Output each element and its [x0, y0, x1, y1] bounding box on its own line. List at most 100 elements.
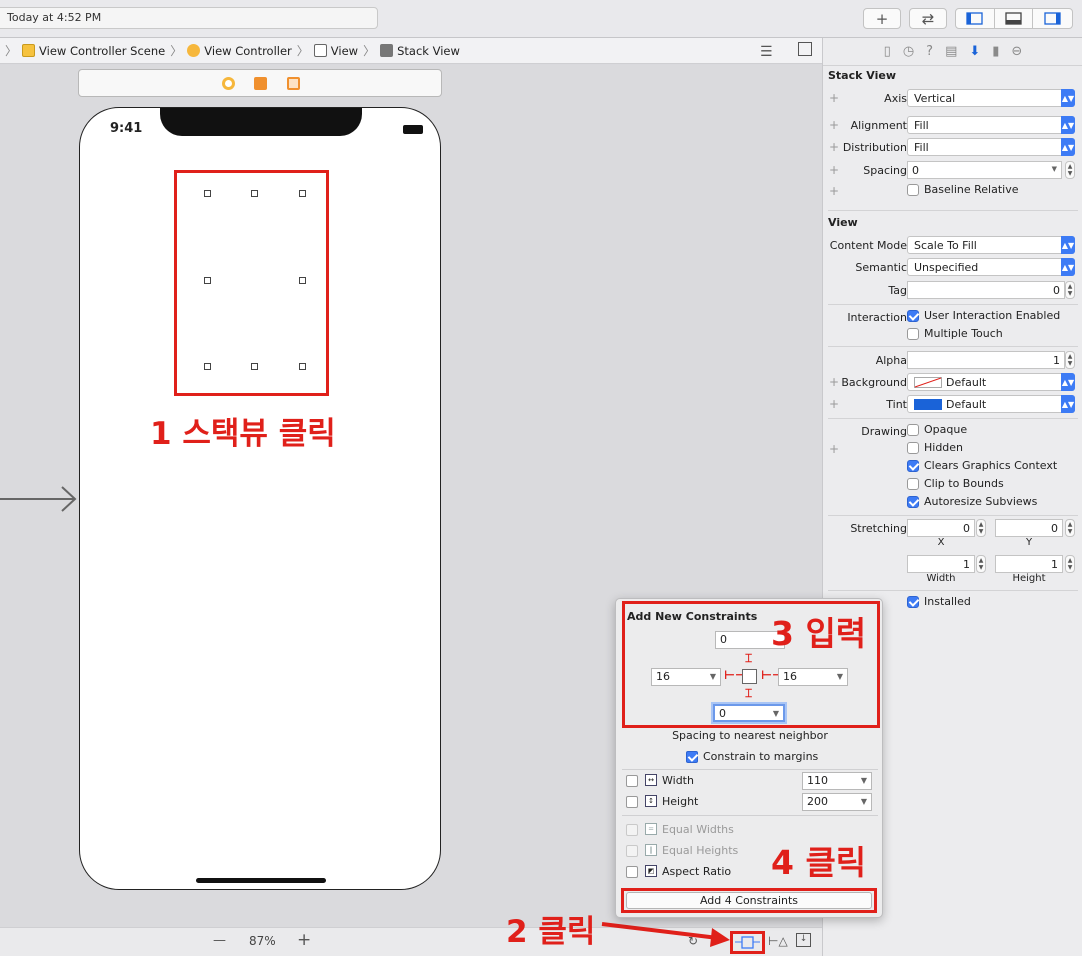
- hidden-row: + Hidden: [823, 440, 1082, 460]
- tint-popup[interactable]: Default ▲▼: [907, 395, 1075, 413]
- installed-checkbox[interactable]: [907, 596, 919, 608]
- autoresize-checkbox[interactable]: [907, 496, 919, 508]
- semantic-row: Semantic Unspecified ▲▼: [823, 258, 1082, 278]
- home-indicator: [196, 878, 326, 883]
- aspect-ratio-checkbox[interactable]: [626, 866, 638, 878]
- add-constraints-button[interactable]: [730, 931, 765, 954]
- help-inspector-icon[interactable]: ?: [926, 44, 933, 59]
- attributes-inspector-icon[interactable]: ⬇: [969, 44, 980, 59]
- width-value-field[interactable]: 110 ▼: [802, 772, 872, 790]
- stretch-x-stepper[interactable]: ▲ ▼: [976, 519, 986, 537]
- stretch-y-stepper[interactable]: ▲ ▼: [1065, 519, 1075, 537]
- axis-popup[interactable]: Vertical ▲▼: [907, 89, 1075, 107]
- resize-handle[interactable]: [204, 363, 211, 370]
- alignment-popup[interactable]: Fill ▲▼: [907, 116, 1075, 134]
- spacing-stepper[interactable]: ▲ ▼: [1065, 161, 1075, 179]
- code-review-button[interactable]: ⇄: [909, 8, 947, 29]
- stretch-x-field[interactable]: 0: [907, 519, 975, 537]
- distribution-popup[interactable]: Fill ▲▼: [907, 138, 1075, 156]
- resize-handle[interactable]: [204, 190, 211, 197]
- alignment-value: Fill: [914, 119, 929, 132]
- semantic-popup[interactable]: Unspecified ▲▼: [907, 258, 1075, 276]
- plus-icon[interactable]: +: [829, 163, 839, 177]
- inspector-toggle[interactable]: [1033, 9, 1072, 28]
- resize-handle[interactable]: [204, 277, 211, 284]
- user-interaction-checkbox[interactable]: [907, 310, 919, 322]
- resize-handle[interactable]: [251, 190, 258, 197]
- stretch-height-field[interactable]: 1: [995, 555, 1063, 573]
- stretch-width-stepper[interactable]: ▲ ▼: [976, 555, 986, 573]
- opaque-label: Opaque: [924, 423, 968, 436]
- background-popup[interactable]: Default ▲▼: [907, 373, 1075, 391]
- crumb-view[interactable]: View: [313, 44, 358, 58]
- identity-inspector-icon[interactable]: ▤: [945, 44, 957, 59]
- debug-toggle[interactable]: [995, 9, 1034, 28]
- stack-view[interactable]: [174, 170, 329, 396]
- semantic-value: Unspecified: [914, 261, 979, 274]
- editor-options-icon[interactable]: ☰: [760, 44, 773, 60]
- spacing-field[interactable]: 0 ▼: [907, 161, 1062, 179]
- plus-icon[interactable]: +: [829, 442, 839, 456]
- clip-row: Clip to Bounds: [823, 476, 1082, 496]
- plus-icon[interactable]: +: [829, 91, 839, 105]
- content-mode-popup[interactable]: Scale To Fill ▲▼: [907, 236, 1075, 254]
- resize-handle[interactable]: [299, 363, 306, 370]
- add-editor-icon[interactable]: [798, 42, 812, 56]
- plus-icon[interactable]: +: [829, 375, 839, 389]
- connections-inspector-icon[interactable]: ⊖: [1011, 44, 1022, 59]
- navigator-toggle[interactable]: [956, 9, 995, 28]
- zoom-in-button[interactable]: +: [297, 930, 311, 950]
- size-inspector-icon[interactable]: ▮: [992, 44, 999, 59]
- view-controller-icon[interactable]: [222, 77, 235, 90]
- chevron-down-icon: ▼: [1051, 165, 1057, 173]
- resolve-issues-icon[interactable]: ⊢△: [768, 934, 788, 948]
- exit-icon[interactable]: [287, 77, 300, 90]
- width-checkbox[interactable]: [626, 775, 638, 787]
- resize-handle[interactable]: [299, 277, 306, 284]
- tag-field[interactable]: 0: [907, 281, 1065, 299]
- file-inspector-icon[interactable]: ▯: [884, 44, 891, 59]
- plus-icon[interactable]: +: [829, 184, 839, 198]
- alpha-field[interactable]: 1: [907, 351, 1065, 369]
- background-label: Background: [841, 376, 907, 389]
- opaque-checkbox[interactable]: [907, 424, 919, 436]
- stretch-y-field[interactable]: 0: [995, 519, 1063, 537]
- hidden-label: Hidden: [924, 441, 964, 454]
- stretch-height-stepper[interactable]: ▲ ▼: [1065, 555, 1075, 573]
- plus-icon[interactable]: +: [829, 140, 839, 154]
- height-value-field[interactable]: 200 ▼: [802, 793, 872, 811]
- inspector-tabs: ▯ ◷ ? ▤ ⬇ ▮ ⊖: [823, 38, 1082, 66]
- annotation-step2: 2 클릭: [506, 914, 596, 950]
- clip-checkbox[interactable]: [907, 478, 919, 490]
- plus-icon[interactable]: +: [829, 397, 839, 411]
- resize-handle[interactable]: [299, 190, 306, 197]
- add-constraints-confirm-button[interactable]: Add 4 Constraints: [626, 892, 872, 909]
- zoom-out-button[interactable]: —: [213, 933, 226, 948]
- interaction-label: Interaction: [847, 311, 907, 324]
- first-responder-icon[interactable]: [254, 77, 267, 90]
- baseline-checkbox[interactable]: [907, 184, 919, 196]
- clears-checkbox[interactable]: [907, 460, 919, 472]
- clears-row: Clears Graphics Context: [823, 458, 1082, 478]
- embed-in-icon[interactable]: ↓: [796, 933, 811, 947]
- library-button[interactable]: +: [863, 8, 901, 29]
- tag-stepper[interactable]: ▲ ▼: [1065, 281, 1075, 299]
- plus-icon[interactable]: +: [829, 118, 839, 132]
- stretch-width-field[interactable]: 1: [907, 555, 975, 573]
- alpha-stepper[interactable]: ▲ ▼: [1065, 351, 1075, 369]
- multiple-touch-checkbox[interactable]: [907, 328, 919, 340]
- constrain-margins-checkbox[interactable]: [686, 751, 698, 763]
- crumb-view-controller[interactable]: View Controller: [187, 44, 292, 58]
- equal-heights-checkbox[interactable]: [626, 845, 638, 857]
- history-inspector-icon[interactable]: ◷: [903, 44, 914, 59]
- tint-row: + Tint Default ▲▼: [823, 395, 1082, 415]
- hidden-checkbox[interactable]: [907, 442, 919, 454]
- annotation-arrow: [601, 922, 730, 947]
- activity-status: Today at 4:52 PM: [0, 7, 378, 29]
- crumb-scene[interactable]: View Controller Scene: [22, 44, 165, 58]
- divider: [828, 346, 1078, 347]
- resize-handle[interactable]: [251, 363, 258, 370]
- equal-widths-checkbox[interactable]: [626, 824, 638, 836]
- height-checkbox[interactable]: [626, 796, 638, 808]
- crumb-stack-view[interactable]: Stack View: [380, 44, 460, 58]
